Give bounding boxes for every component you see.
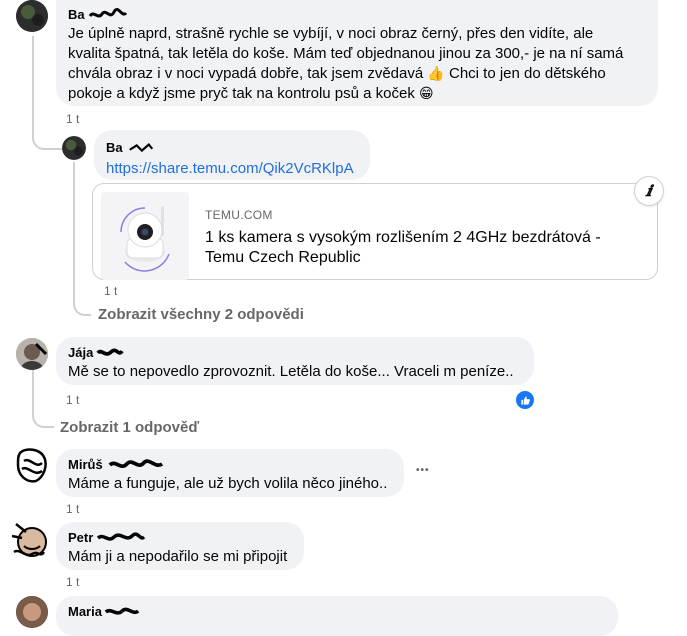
comment-text: Je úplně naprd, strašně rychle se vybíjí… [68, 25, 624, 102]
grin-emoji: 😁 [419, 86, 434, 102]
avatar[interactable] [16, 447, 48, 483]
more-options-icon[interactable]: ••• [416, 465, 430, 476]
redacted-scribble [108, 459, 164, 469]
comment-bubble: Petr Mám ji a nepodařilo se mi připojit [56, 522, 304, 570]
product-thumbnail [101, 192, 189, 280]
redacted-scribble [104, 607, 140, 615]
comment-text: Mě se to nepovedlo zprovoznit. Letěla do… [68, 363, 514, 380]
comment-time[interactable]: 1 t [66, 393, 79, 407]
comment-author[interactable]: Ba [68, 7, 128, 23]
like-reaction-icon[interactable] [514, 389, 536, 411]
avatar[interactable] [16, 338, 48, 370]
reply-bubble: Ba https://share.temu.com/Qik2VcRKlpA [94, 130, 370, 180]
comment-author[interactable]: Petr [68, 530, 146, 546]
comment-author[interactable]: Ba [106, 140, 154, 156]
thread-line-reply [73, 162, 91, 316]
comment-text: Máme a funguje, ale už bych volila něco … [68, 475, 388, 492]
comment-time[interactable]: 1 t [66, 575, 79, 589]
comment-text: Mám ji a nepodařilo se mi připojit [68, 548, 288, 565]
comment-author[interactable]: Maria [68, 604, 140, 620]
card-title[interactable]: 1 ks kamera s vysokým rozlišením 2 4GHz … [205, 228, 635, 268]
redacted-scribble [129, 142, 154, 153]
thumbs-up-emoji: 👍 [427, 66, 445, 82]
redacted-scribble [96, 348, 124, 356]
comment-bubble: Jája Mě se to nepovedlo zprovoznit. Letě… [56, 337, 534, 385]
avatar[interactable] [16, 596, 48, 628]
comment-author[interactable]: Jája [68, 345, 124, 361]
thread-line-jaja [32, 370, 54, 428]
avatar[interactable] [62, 136, 86, 160]
comment-bubble: Ba Je úplně naprd, strašně rychle se vyb… [56, 0, 658, 106]
comment-time[interactable]: 1 t [104, 284, 117, 298]
redacted-scribble [88, 7, 128, 18]
comment-time[interactable]: 1 t [66, 502, 79, 516]
comment-time[interactable]: 1 t [66, 112, 79, 126]
view-all-replies-link[interactable]: Zobrazit všechny 2 odpovědi [98, 306, 304, 323]
shared-link[interactable]: https://share.temu.com/Qik2VcRKlpA [106, 159, 358, 179]
info-icon[interactable]: ⅈ [634, 176, 664, 206]
comment-bubble: Mirůš Máme a funguje, ale už bych volila… [56, 449, 404, 497]
card-domain: TEMU.COM [205, 208, 273, 222]
comment-bubble: Maria [56, 596, 618, 636]
view-replies-link[interactable]: Zobrazit 1 odpověď [60, 419, 199, 436]
link-preview-card[interactable]: TEMU.COM 1 ks kamera s vysokým rozlišení… [92, 183, 658, 280]
avatar[interactable] [16, 0, 48, 32]
comment-author[interactable]: Mirůš [68, 457, 164, 473]
redacted-scribble [96, 532, 146, 541]
avatar[interactable] [10, 518, 50, 562]
